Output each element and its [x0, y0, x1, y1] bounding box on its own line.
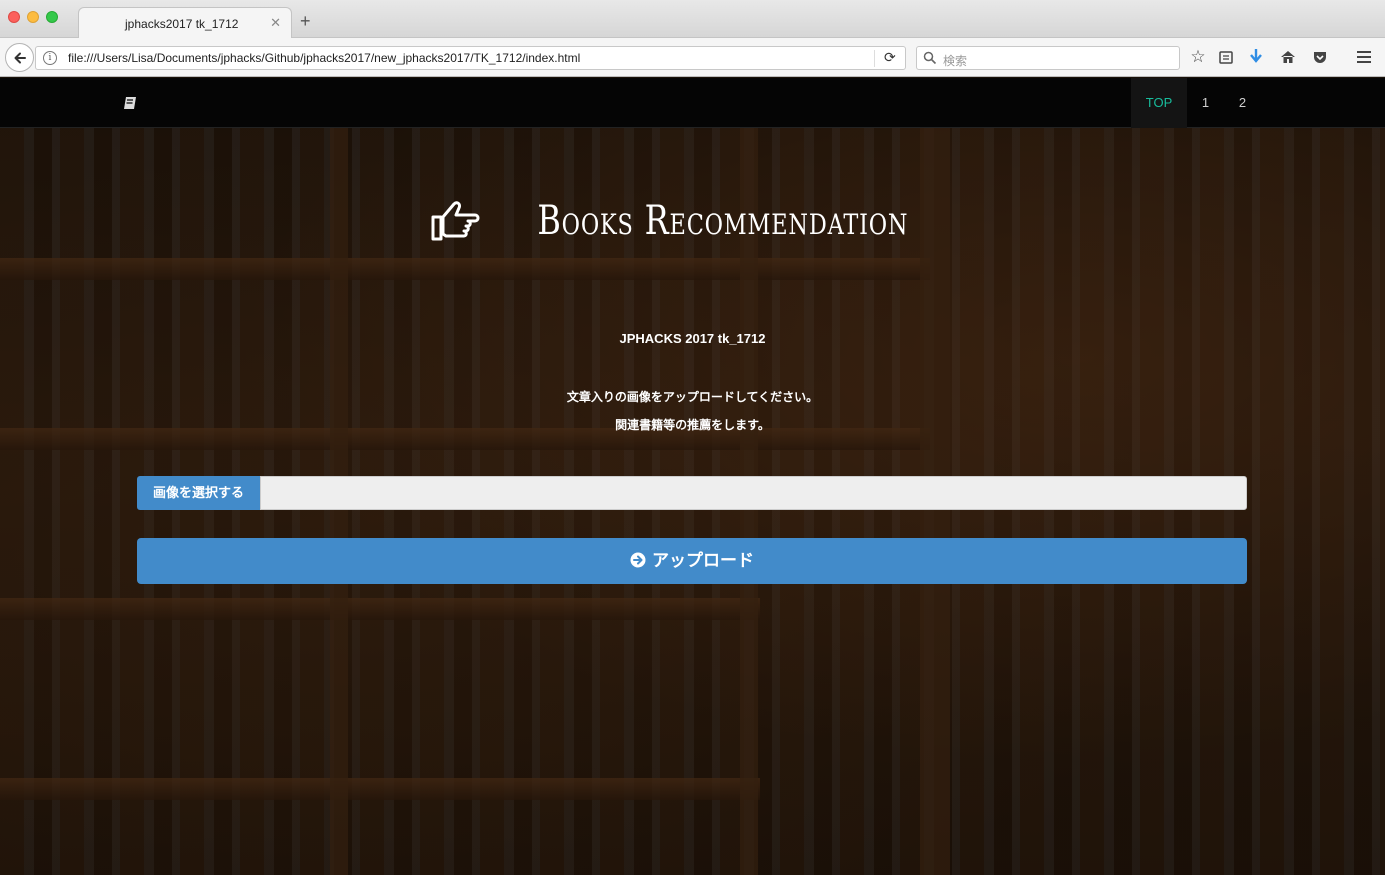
back-button[interactable] [5, 43, 34, 72]
page-viewport: TOP 1 2 Books Recommendation JPHACKS 201… [0, 78, 1385, 875]
book-icon[interactable] [122, 95, 138, 111]
url-text[interactable]: file:///Users/Lisa/Documents/jphacks/Git… [68, 51, 580, 65]
search-icon [923, 51, 937, 65]
search-bar[interactable]: 検索 [916, 46, 1180, 70]
info-icon[interactable]: i [43, 51, 57, 65]
zoom-window-button[interactable] [46, 11, 58, 23]
new-tab-button[interactable]: + [300, 12, 311, 30]
search-placeholder: 検索 [943, 54, 968, 68]
file-name-field[interactable] [260, 476, 1247, 510]
site-navbar: TOP 1 2 [0, 78, 1385, 128]
download-icon[interactable] [1246, 47, 1266, 67]
select-image-button[interactable]: 画像を選択する [137, 476, 260, 510]
upload-button[interactable]: アップロード [137, 538, 1247, 584]
upload-button-label: アップロード [652, 551, 754, 570]
menu-hamburger-icon[interactable] [1354, 47, 1374, 67]
browser-toolbar: i file:///Users/Lisa/Documents/jphacks/G… [0, 38, 1385, 77]
pocket-icon[interactable] [1310, 47, 1330, 67]
url-divider [874, 50, 875, 67]
hand-pointing-right-icon [431, 201, 480, 241]
hero-title-text: Books Recommendation [537, 198, 909, 244]
reload-icon[interactable]: ⟳ [884, 49, 896, 66]
nav-item-1[interactable]: 1 [1187, 78, 1224, 128]
home-icon[interactable] [1278, 47, 1298, 67]
nav-item-2[interactable]: 2 [1224, 78, 1261, 128]
hero-subtitle: JPHACKS 2017 tk_1712 [619, 331, 766, 346]
browser-tab[interactable]: jphacks2017 tk_1712 ✕ [78, 7, 292, 39]
tab-title: jphacks2017 tk_1712 [125, 17, 239, 31]
url-bar[interactable]: i file:///Users/Lisa/Documents/jphacks/G… [35, 46, 906, 70]
minimize-window-button[interactable] [27, 11, 39, 23]
reading-list-icon[interactable] [1216, 47, 1236, 67]
nav-item-top[interactable]: TOP [1131, 78, 1187, 128]
hero-description-line2: 関連書籍等の推薦をします。 [615, 418, 770, 432]
browser-titlebar: jphacks2017 tk_1712 ✕ + [0, 0, 1385, 39]
tab-close-icon[interactable]: ✕ [270, 15, 281, 31]
close-window-button[interactable] [8, 11, 20, 23]
back-arrow-icon [14, 52, 26, 63]
hero-description-line1: 文章入りの画像をアップロードしてください。 [566, 390, 819, 404]
arrow-circle-right-icon [630, 552, 646, 568]
bookmark-star-icon[interactable]: ☆ [1188, 47, 1208, 67]
file-input-group: 画像を選択する [137, 476, 1247, 510]
hero-title: Books Recommendation [0, 198, 1385, 244]
